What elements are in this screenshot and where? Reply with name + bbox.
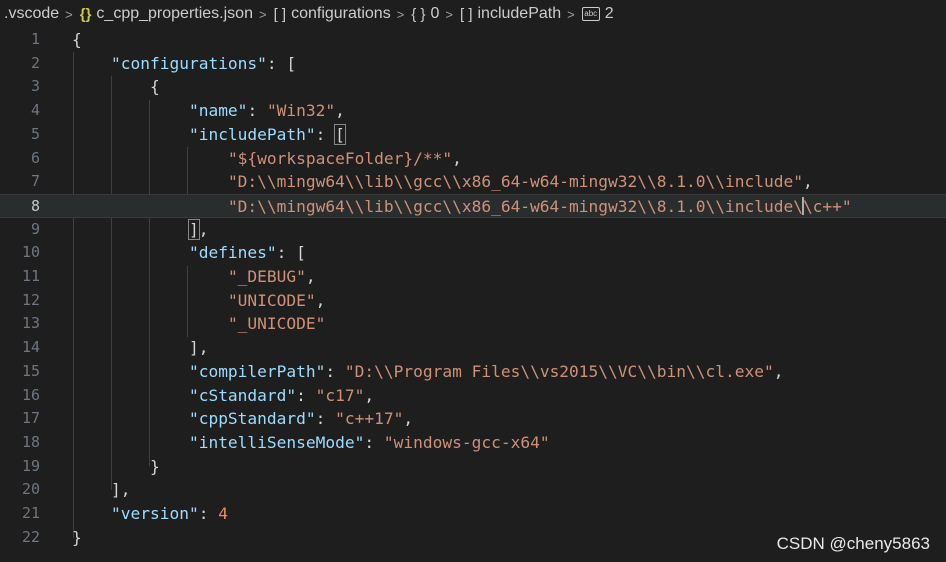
line-number: 19: [21, 456, 40, 475]
json-string: "c17": [315, 385, 365, 405]
line-number: 14: [21, 338, 40, 357]
string-icon: abc: [581, 7, 600, 21]
code-line[interactable]: 16 "cStandard": "c17",: [0, 384, 946, 408]
code-line[interactable]: 18 "intelliSenseMode": "windows-gcc-x64": [0, 431, 946, 455]
breadcrumb-item-configurations[interactable]: [ ] configurations: [274, 5, 391, 23]
line-number: 10: [21, 243, 40, 262]
line-number: 2: [30, 53, 40, 72]
line-number: 12: [21, 290, 40, 309]
json-string: "${workspaceFolder}/**": [227, 148, 453, 168]
code-line[interactable]: 1{: [0, 28, 946, 52]
code-line[interactable]: 20 ],: [0, 478, 946, 502]
watermark: CSDN @cheny5863: [776, 534, 930, 553]
code-line[interactable]: 2 "configurations": [: [0, 52, 946, 76]
breadcrumb: .vscode > {} c_cpp_properties.json > [ ] c…: [0, 0, 946, 28]
json-key: "compilerPath": [188, 361, 326, 381]
array-icon: [ ]: [459, 5, 473, 23]
json-string: "D:\\mingw64\\lib\\gcc\\x86_64-w64-mingw…: [227, 172, 803, 192]
line-number: 18: [21, 432, 40, 451]
json-string: \c++": [802, 196, 852, 216]
line-number: 22: [21, 527, 40, 546]
line-number: 6: [30, 148, 40, 167]
chevron-right-icon: >: [567, 6, 575, 22]
code-line[interactable]: 6 "${workspaceFolder}/**",: [0, 147, 946, 171]
json-key: "cppStandard": [188, 409, 316, 429]
code-line[interactable]: 10 "defines": [: [0, 241, 946, 265]
code-line[interactable]: 15 "compilerPath": "D:\\Program Files\\v…: [0, 360, 946, 384]
chevron-right-icon: >: [445, 6, 453, 22]
breadcrumb-item-includepath[interactable]: [ ] includePath: [460, 5, 561, 23]
punct: {: [72, 30, 82, 49]
json-key: "name": [188, 101, 248, 121]
line-number: 9: [30, 219, 40, 238]
breadcrumb-item-0[interactable]: { } 0: [411, 5, 439, 23]
code-line[interactable]: 14 ],: [0, 336, 946, 360]
code-editor[interactable]: 1{ 2 "configurations": [ 3 { 4 "name": "…: [0, 28, 946, 562]
line-number: 13: [21, 314, 40, 333]
line-number: 15: [21, 361, 40, 380]
json-key: "defines": [188, 243, 277, 263]
json-number: 4: [218, 504, 228, 523]
matched-bracket: [: [334, 123, 346, 145]
code-line[interactable]: 17 "cppStandard": "c++17",: [0, 407, 946, 431]
line-number: 8: [30, 196, 40, 215]
code-line[interactable]: 21 "version": 4: [0, 502, 946, 526]
code-line[interactable]: 9 ],: [0, 218, 946, 242]
line-number: 20: [21, 480, 40, 499]
json-string: "_DEBUG": [227, 267, 306, 286]
json-string: "_UNICODE": [227, 314, 326, 334]
line-number: 21: [21, 504, 40, 522]
code-line[interactable]: 12 "UNICODE",: [0, 289, 946, 313]
code-line[interactable]: 5 "includePath": [: [0, 123, 946, 147]
line-number: 17: [21, 409, 40, 428]
code-line[interactable]: 11 "_DEBUG",: [0, 265, 946, 289]
json-key: "cStandard": [188, 385, 297, 405]
matched-bracket: ]: [187, 218, 200, 240]
line-number: 5: [30, 124, 40, 143]
json-key: "configurations": [110, 53, 267, 73]
line-number: 4: [30, 101, 40, 120]
json-string: "windows-gcc-x64": [383, 432, 550, 452]
json-key: "version": [110, 504, 199, 523]
code-line[interactable]: 19 }: [0, 455, 946, 479]
json-string: "Win32": [266, 101, 336, 121]
json-string: "UNICODE": [227, 290, 316, 310]
chevron-right-icon: >: [65, 6, 73, 22]
line-number: 16: [21, 385, 40, 404]
code-line[interactable]: 13 "_UNICODE": [0, 312, 946, 336]
code-line-current[interactable]: 8 "D:\\mingw64\\lib\\gcc\\x86_64-w64-min…: [0, 193, 946, 218]
code-line[interactable]: 7 "D:\\mingw64\\lib\\gcc\\x86_64-w64-min…: [0, 170, 946, 194]
chevron-right-icon: >: [258, 6, 267, 22]
line-number: 11: [21, 267, 40, 285]
breadcrumb-item-file[interactable]: {} c_cpp_properties.json: [80, 5, 253, 23]
line-number: 3: [30, 77, 40, 96]
line-number: 1: [30, 30, 40, 48]
json-key: "includePath": [188, 124, 316, 144]
line-number: 7: [30, 172, 40, 191]
code-line[interactable]: 3 {: [0, 75, 946, 99]
code-line[interactable]: 4 "name": "Win32",: [0, 99, 946, 123]
chevron-right-icon: >: [396, 6, 405, 22]
breadcrumb-item-2[interactable]: abc 2: [581, 5, 614, 23]
json-braces-icon: {}: [79, 5, 92, 23]
json-string: "c++17": [335, 409, 404, 429]
breadcrumb-item-vscode[interactable]: .vscode: [4, 5, 59, 23]
object-icon: { }: [411, 5, 426, 23]
array-icon: [ ]: [273, 5, 287, 23]
json-string: "D:\\Program Files\\vs2015\\VC\\bin\\cl.…: [344, 361, 774, 381]
json-string: "D:\\mingw64\\lib\\gcc\\x86_64-w64-mingw…: [227, 196, 803, 216]
json-key: "intelliSenseMode": [188, 432, 365, 452]
